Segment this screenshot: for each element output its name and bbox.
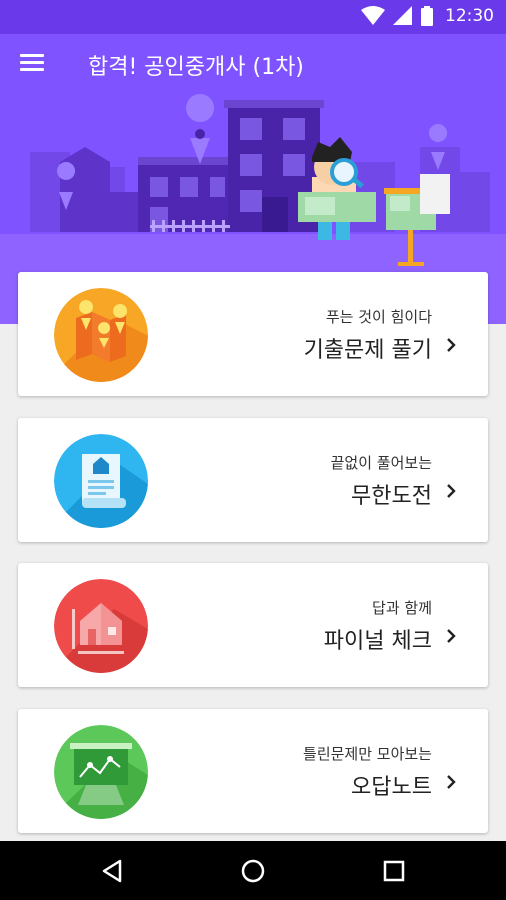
chart-board-icon xyxy=(54,725,148,819)
card-subtitle: 답과 함께 xyxy=(372,599,432,617)
menu-icon-line xyxy=(20,61,44,64)
house-document-icon xyxy=(54,434,148,528)
card-title: 파이널 체크 xyxy=(323,629,432,654)
card-past-exams[interactable]: 푸는 것이 힘이다 기출문제 풀기 xyxy=(18,272,488,396)
card-subtitle: 끝없이 풀어보는 xyxy=(330,454,432,472)
card-infinite-challenge[interactable]: 끝없이 풀어보는 무한도전 xyxy=(18,418,488,542)
card-final-check[interactable]: 답과 함께 파이널 체크 xyxy=(18,563,488,687)
chevron-right-icon xyxy=(447,338,456,352)
card-wrong-answers[interactable]: 틀린문제만 모아보는 오답노트 xyxy=(18,709,488,833)
app-title: 합격! 공인중개사 (1차) xyxy=(88,55,304,80)
app-bar: 합격! 공인중개사 (1차) xyxy=(0,34,506,96)
chevron-right-icon xyxy=(447,484,456,498)
chevron-right-icon xyxy=(447,775,456,789)
menu-icon-line xyxy=(20,68,44,71)
back-icon xyxy=(102,859,122,883)
menu-icon-line xyxy=(20,54,44,57)
chevron-right-icon xyxy=(447,629,456,643)
card-subtitle: 푸는 것이 힘이다 xyxy=(325,308,432,326)
status-time: 12:30 xyxy=(445,6,494,26)
map-pins-icon xyxy=(54,288,148,382)
home-icon xyxy=(241,859,265,883)
card-title: 오답노트 xyxy=(351,775,432,800)
status-icons: 12:30 xyxy=(361,6,494,26)
back-button[interactable] xyxy=(96,855,128,887)
card-title: 무한도전 xyxy=(351,484,432,509)
status-bar: 12:30 xyxy=(0,0,506,34)
navigation-bar xyxy=(0,841,506,900)
card-subtitle: 틀린문제만 모아보는 xyxy=(303,745,432,763)
city-illustration xyxy=(30,94,490,266)
recents-button[interactable] xyxy=(378,855,410,887)
wifi-icon xyxy=(361,6,385,25)
recents-icon xyxy=(383,860,405,882)
battery-icon xyxy=(421,6,433,26)
home-button[interactable] xyxy=(237,855,269,887)
signal-icon xyxy=(393,6,412,25)
menu-button[interactable] xyxy=(14,50,54,80)
card-title: 기출문제 풀기 xyxy=(303,338,432,363)
house-blueprint-icon xyxy=(54,579,148,673)
